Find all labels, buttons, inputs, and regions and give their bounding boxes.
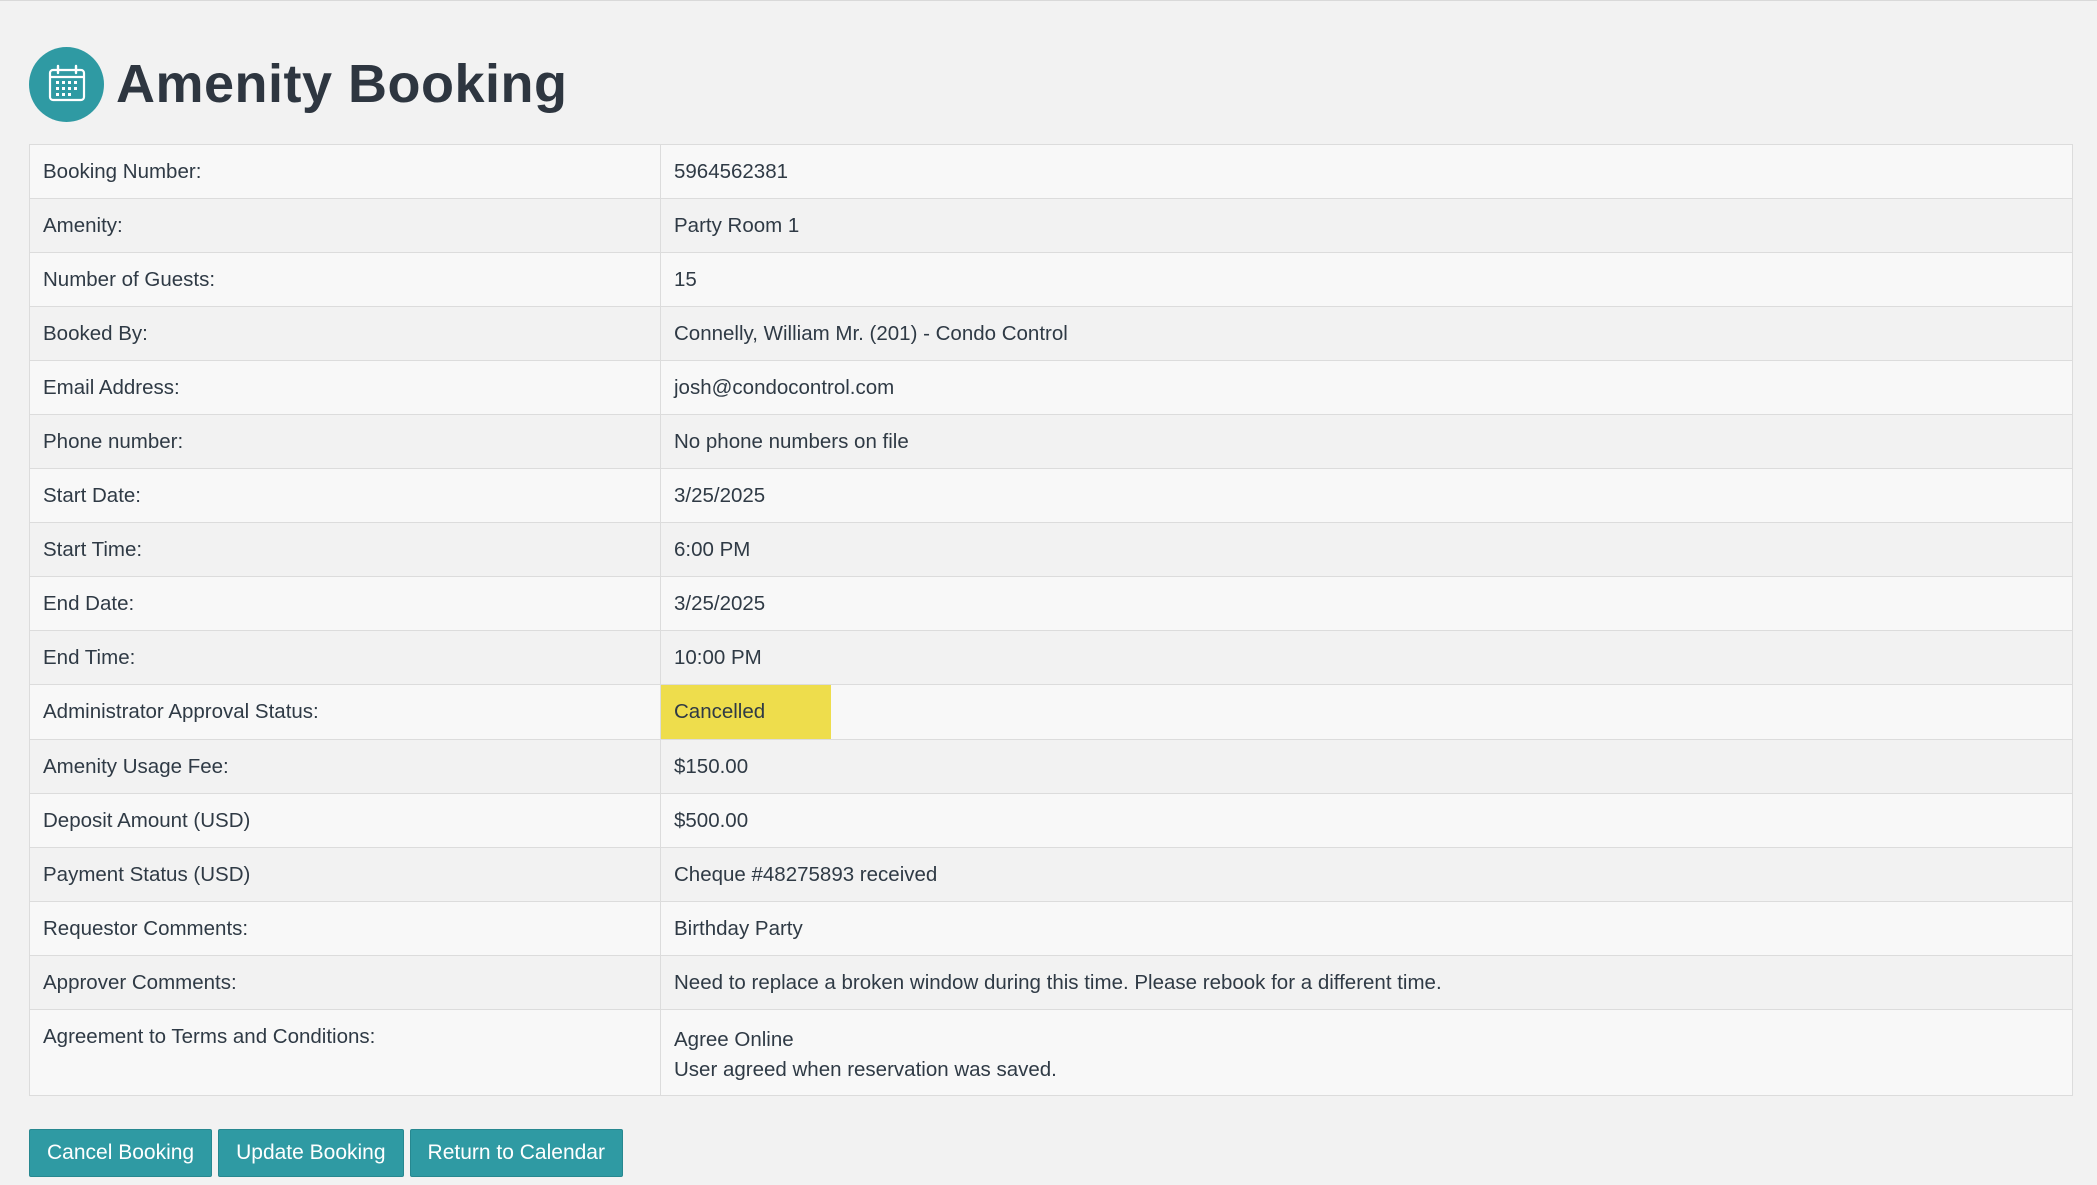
table-row-approver-comments: Approver Comments: Need to replace a bro… xyxy=(29,955,2073,1010)
booked-by-label: Booked By: xyxy=(29,306,661,361)
usage-fee-value: $150.00 xyxy=(660,739,2073,794)
action-buttons: Cancel Booking Update Booking Return to … xyxy=(29,1129,623,1177)
page-header: Amenity Booking xyxy=(29,46,568,122)
table-row-end-date: End Date: 3/25/2025 xyxy=(29,576,2073,631)
update-booking-button[interactable]: Update Booking xyxy=(218,1129,404,1177)
booking-details-table: Booking Number: 5964562381 Amenity: Part… xyxy=(29,144,2073,1096)
guests-value: 15 xyxy=(660,252,2073,307)
calendar-icon xyxy=(29,46,104,122)
terms-value: Agree Online User agreed when reservatio… xyxy=(660,1009,2073,1096)
table-row-amenity: Amenity: Party Room 1 xyxy=(29,198,2073,253)
table-row-terms: Agreement to Terms and Conditions: Agree… xyxy=(29,1009,2073,1096)
email-label: Email Address: xyxy=(29,360,661,415)
table-row-usage-fee: Amenity Usage Fee: $150.00 xyxy=(29,739,2073,794)
end-date-label: End Date: xyxy=(29,576,661,631)
payment-status-label: Payment Status (USD) xyxy=(29,847,661,902)
page-title: Amenity Booking xyxy=(116,54,568,114)
requestor-comments-label: Requestor Comments: xyxy=(29,901,661,956)
start-time-value: 6:00 PM xyxy=(660,522,2073,577)
table-row-guests: Number of Guests: 15 xyxy=(29,252,2073,307)
approver-comments-label: Approver Comments: xyxy=(29,955,661,1010)
approval-status-cell: Cancelled xyxy=(660,684,2073,740)
usage-fee-label: Amenity Usage Fee: xyxy=(29,739,661,794)
start-date-label: Start Date: xyxy=(29,468,661,523)
amenity-booking-page: Amenity Booking Booking Number: 59645623… xyxy=(0,0,2097,1185)
deposit-value: $500.00 xyxy=(660,793,2073,848)
table-row-booking-number: Booking Number: 5964562381 xyxy=(29,144,2073,199)
table-row-end-time: End Time: 10:00 PM xyxy=(29,630,2073,685)
start-date-value: 3/25/2025 xyxy=(660,468,2073,523)
table-row-deposit: Deposit Amount (USD) $500.00 xyxy=(29,793,2073,848)
end-time-label: End Time: xyxy=(29,630,661,685)
cancel-booking-button[interactable]: Cancel Booking xyxy=(29,1129,213,1177)
booking-number-value: 5964562381 xyxy=(660,144,2073,199)
table-row-start-time: Start Time: 6:00 PM xyxy=(29,522,2073,577)
amenity-label: Amenity: xyxy=(29,198,661,253)
booking-number-label: Booking Number: xyxy=(29,144,661,199)
terms-value-line1: Agree Online xyxy=(674,1028,794,1051)
table-row-payment-status: Payment Status (USD) Cheque #48275893 re… xyxy=(29,847,2073,902)
phone-value: No phone numbers on file xyxy=(660,414,2073,469)
table-row-phone: Phone number: No phone numbers on file xyxy=(29,414,2073,469)
end-time-value: 10:00 PM xyxy=(660,630,2073,685)
status-badge: Cancelled xyxy=(661,685,832,739)
terms-label: Agreement to Terms and Conditions: xyxy=(29,1009,661,1096)
payment-status-value: Cheque #48275893 received xyxy=(660,847,2073,902)
table-row-approval-status: Administrator Approval Status: Cancelled xyxy=(29,684,2073,740)
guests-label: Number of Guests: xyxy=(29,252,661,307)
table-row-booked-by: Booked By: Connelly, William Mr. (201) -… xyxy=(29,306,2073,361)
end-date-value: 3/25/2025 xyxy=(660,576,2073,631)
table-row-email: Email Address: josh@condocontrol.com xyxy=(29,360,2073,415)
start-time-label: Start Time: xyxy=(29,522,661,577)
approver-comments-value: Need to replace a broken window during t… xyxy=(660,955,2073,1010)
requestor-comments-value: Birthday Party xyxy=(660,901,2073,956)
terms-value-line2: User agreed when reservation was saved. xyxy=(674,1058,1057,1081)
booked-by-value: Connelly, William Mr. (201) - Condo Cont… xyxy=(660,306,2073,361)
email-value: josh@condocontrol.com xyxy=(660,360,2073,415)
return-to-calendar-button[interactable]: Return to Calendar xyxy=(409,1129,623,1177)
phone-label: Phone number: xyxy=(29,414,661,469)
amenity-value: Party Room 1 xyxy=(660,198,2073,253)
table-row-start-date: Start Date: 3/25/2025 xyxy=(29,468,2073,523)
deposit-label: Deposit Amount (USD) xyxy=(29,793,661,848)
table-row-requestor-comments: Requestor Comments: Birthday Party xyxy=(29,901,2073,956)
approval-status-label: Administrator Approval Status: xyxy=(29,684,661,740)
